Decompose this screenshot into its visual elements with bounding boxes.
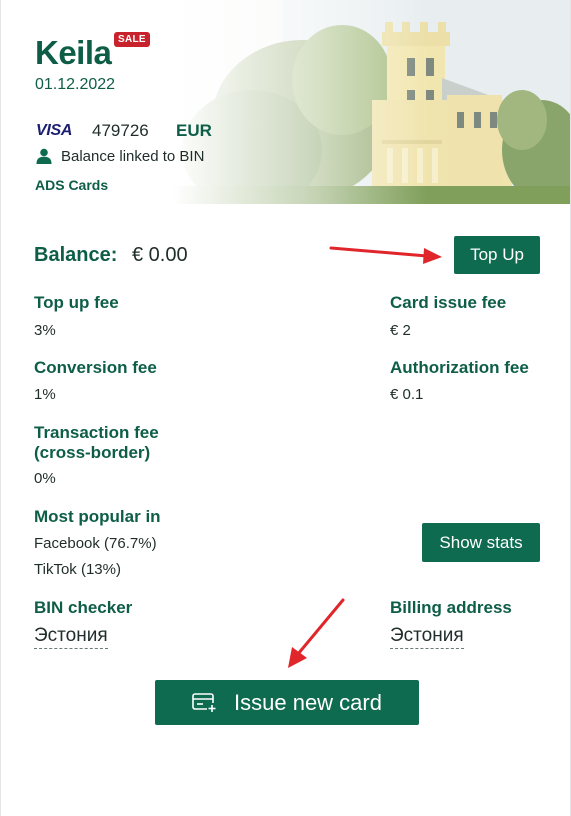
- user-icon: [36, 148, 52, 164]
- card-panel: Keila SALE 01.12.2022 VISA 479726 EUR Ba…: [0, 0, 571, 816]
- top-up-fee-value: 3%: [34, 322, 56, 339]
- issue-new-card-label: Issue new card: [234, 689, 382, 715]
- card-date: 01.12.2022: [35, 76, 116, 93]
- billing-address-country[interactable]: Эстония: [390, 625, 464, 649]
- issue-new-card-button[interactable]: Issue new card: [155, 680, 419, 725]
- conversion-fee-label: Conversion fee: [34, 358, 157, 377]
- card-issue-fee-value: € 2: [390, 322, 411, 339]
- authorization-fee-label: Authorization fee: [390, 358, 529, 377]
- bin-checker-label: BIN checker: [34, 598, 133, 617]
- transaction-fee-value: 0%: [34, 470, 56, 487]
- annotation-arrow-icon: [329, 246, 442, 264]
- card-bin: 479726: [92, 121, 149, 140]
- transaction-fee-label: Transaction fee: [34, 423, 159, 442]
- card-plus-icon: [192, 692, 218, 713]
- sale-badge: SALE: [114, 32, 150, 47]
- balance-linked-text: Balance linked to BIN: [61, 148, 205, 165]
- authorization-fee-value: € 0.1: [390, 386, 424, 403]
- balance-label: Balance:: [34, 244, 118, 266]
- visa-logo: VISA: [36, 122, 73, 139]
- popular-item: Facebook (76.7%): [34, 535, 157, 552]
- billing-address-label: Billing address: [390, 598, 512, 617]
- card-currency: EUR: [176, 121, 212, 140]
- most-popular-label: Most popular in: [34, 507, 161, 526]
- card-title: Keila: [35, 34, 112, 71]
- top-up-button[interactable]: Top Up: [454, 236, 540, 274]
- annotation-arrow-icon: [288, 598, 345, 668]
- transaction-fee-sublabel: (cross-border): [34, 443, 151, 462]
- show-stats-button[interactable]: Show stats: [422, 523, 540, 562]
- conversion-fee-value: 1%: [34, 386, 56, 403]
- popular-item: TikTok (13%): [34, 561, 121, 578]
- top-up-fee-label: Top up fee: [34, 293, 119, 312]
- bin-checker-country[interactable]: Эстония: [34, 625, 108, 649]
- hero-banner: Keila SALE 01.12.2022 VISA 479726 EUR Ba…: [2, 0, 570, 204]
- card-issue-fee-label: Card issue fee: [390, 293, 507, 312]
- hero-fade-overlay: [2, 0, 570, 204]
- card-provider: ADS Cards: [35, 177, 109, 193]
- balance-value: € 0.00: [132, 244, 188, 266]
